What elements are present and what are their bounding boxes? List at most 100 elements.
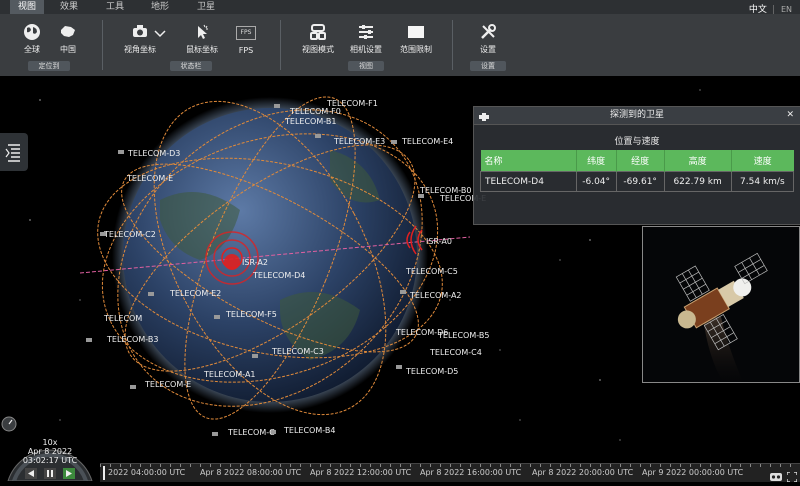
cell-name: TELECOM-D4 — [480, 171, 577, 192]
timeline-tick: Apr 8 2022 12:00:00 UTC — [310, 468, 412, 477]
camera-settings-button[interactable]: 相机设置 — [344, 22, 388, 55]
tools-icon — [481, 24, 496, 39]
sat-label: TELECOM-C — [227, 428, 275, 437]
animation-clock: 10x Apr 8 2022 03:02:17 UTC — [0, 413, 100, 482]
china-button[interactable]: 中国 — [46, 22, 90, 55]
col-lon: 经度 — [616, 150, 665, 172]
tool-label: 设置 — [480, 45, 496, 54]
vr-icon[interactable] — [770, 467, 782, 481]
globe-icon — [24, 24, 40, 40]
mouse-coord-button[interactable]: 鼠标坐标 — [180, 22, 224, 55]
clock-date: Apr 8 2022 — [28, 447, 72, 456]
sat-label: TELECOM-D3 — [127, 149, 180, 158]
tool-label: 中国 — [60, 45, 76, 54]
group-settings: 设置 — [470, 61, 506, 71]
tool-label: 相机设置 — [350, 45, 382, 54]
tool-label: FPS — [238, 46, 254, 55]
sat-label: TELECOM-C4 — [429, 348, 482, 357]
sat-label: TELECOM-C5 — [405, 267, 458, 276]
sat-label: TELECOM-A2 — [409, 291, 462, 300]
fps-icon: FPS — [236, 26, 256, 40]
col-alt: 高度 — [664, 150, 732, 172]
play-button[interactable] — [63, 468, 75, 479]
view-mode-icon — [310, 24, 326, 40]
sat-label: TELECOM — [103, 314, 142, 323]
sat-label: TELECOM-E — [144, 380, 191, 389]
tab-satellite[interactable]: 卫星 — [189, 0, 223, 14]
cell-alt: 622.79 km — [663, 171, 732, 192]
settings-button[interactable]: 设置 — [466, 22, 510, 55]
panel-header: 探测到的卫星 ✕ — [474, 107, 800, 125]
cell-lon: -69.61° — [615, 171, 665, 192]
svg-text:ISR-A0: ISR-A0 — [426, 237, 452, 246]
chevron-down-icon[interactable] — [150, 30, 170, 40]
divider — [102, 20, 103, 70]
language-switch: 中文 | EN — [748, 5, 792, 15]
group-view: 视图 — [348, 61, 384, 71]
lang-en[interactable]: EN — [781, 5, 792, 14]
timeline-tick: Apr 8 2022 20:00:00 UTC — [532, 468, 634, 477]
timeline[interactable]: 2022 04:00:00 UTC Apr 8 2022 08:00:00 UT… — [100, 463, 800, 483]
main-toolbar: 视图 效果 工具 地形 卫星 中文 | EN 全球 中国 视角坐标 鼠标坐标 FPS… — [0, 0, 800, 76]
sliders-icon — [359, 25, 373, 39]
ribbon-tabs: 视图 效果 工具 地形 卫星 中文 | EN — [0, 0, 800, 15]
view-mode-button[interactable]: 视图模式 — [296, 22, 340, 55]
satellite-table: 名称 纬度 经度 高度 速度 TELECOM-D4 -6.04° -69.61°… — [480, 150, 795, 192]
satellite-3d-preview[interactable] — [642, 226, 800, 383]
pause-button[interactable] — [44, 468, 56, 479]
panel-subtitle: 位置与速度 — [614, 137, 660, 147]
cell-lat: -6.04° — [575, 171, 617, 192]
svg-text:ISR-A2: ISR-A2 — [242, 258, 268, 267]
sat-label: TELECOM-B4 — [283, 426, 335, 435]
sat-label: TELECOM-E4 — [401, 137, 453, 146]
divider — [280, 20, 281, 70]
timeline-tick: Apr 8 2022 16:00:00 UTC — [420, 468, 522, 477]
sat-label: TELECOM-C3 — [271, 347, 324, 356]
clock-speed: 10x — [43, 438, 58, 447]
tool-label: 范围限制 — [400, 45, 432, 54]
sidebar-toggle-button[interactable] — [0, 133, 28, 171]
sat-label: TELECOM-C2 — [103, 230, 156, 239]
tab-view[interactable]: 视图 — [10, 0, 44, 14]
range-limit-button[interactable]: 范围限制 — [394, 22, 438, 55]
sat-label: TELECOM-A1 — [203, 370, 256, 379]
tab-terrain[interactable]: 地形 — [143, 0, 177, 14]
panel-title: 探测到的卫星 — [609, 110, 664, 120]
fps-button[interactable]: FPS FPS — [224, 22, 268, 55]
tool-label: 视角坐标 — [124, 45, 156, 54]
group-statusbar: 状态栏 — [170, 61, 212, 71]
detected-satellite-panel: 探测到的卫星 ✕ 位置与速度 名称 纬度 经度 高度 速度 TELECOM-D4… — [473, 106, 800, 225]
table-row[interactable]: TELECOM-D4 -6.04° -69.61° 622.79 km 7.54… — [480, 171, 795, 192]
rectangle-icon — [408, 26, 424, 38]
timeline-tick: Apr 8 2022 08:00:00 UTC — [200, 468, 302, 477]
camera-coord-icon — [133, 25, 147, 37]
cell-speed: 7.54 km/s — [730, 171, 795, 192]
close-icon[interactable]: ✕ — [786, 107, 794, 124]
divider — [452, 20, 453, 70]
sat-label: TELECOM-D5 — [405, 367, 458, 376]
sat-label: TELECOM-B1 — [284, 117, 336, 126]
fullscreen-icon[interactable] — [786, 467, 798, 483]
sat-label: TELECOM-E2 — [169, 289, 221, 298]
tool-label: 鼠标坐标 — [186, 45, 218, 54]
sat-label: TELECOM-F0 — [289, 107, 341, 116]
tab-effects[interactable]: 效果 — [52, 0, 86, 14]
cursor-icon — [198, 24, 208, 39]
timeline-tick: 2022 04:00:00 UTC — [108, 468, 186, 477]
sat-label: TELECOM-B5 — [437, 331, 489, 340]
table-header: 名称 纬度 经度 高度 速度 — [480, 150, 794, 172]
lang-zh[interactable]: 中文 — [749, 5, 767, 15]
timeline-cursor[interactable] — [103, 466, 105, 480]
china-map-icon — [61, 26, 75, 37]
col-name: 名称 — [480, 150, 577, 172]
sat-label: TELECOM-E3 — [333, 137, 385, 146]
clock-time: 03:02:17 UTC — [23, 456, 78, 465]
col-speed: 速度 — [731, 150, 794, 172]
timeline-tick: Apr 9 2022 00:00:00 UTC — [642, 468, 744, 477]
sat-label: TELECOM-D4 — [252, 271, 305, 280]
tab-tools[interactable]: 工具 — [98, 0, 132, 14]
play-reverse-button[interactable] — [25, 468, 37, 479]
sat-label: TELECOM-E — [126, 174, 173, 183]
col-lat: 纬度 — [576, 150, 617, 172]
tool-label: 全球 — [24, 45, 40, 54]
